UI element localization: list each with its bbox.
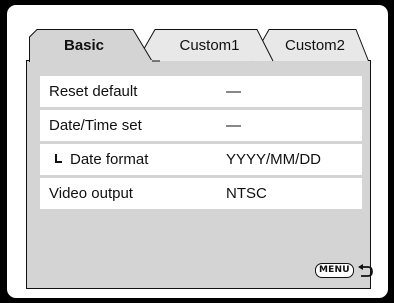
sub-item-corner-icon xyxy=(55,154,62,163)
tab-basic-label: Basic xyxy=(63,36,105,54)
camera-menu-screen: Custom2 Custom1 Basic Reset default — Da… xyxy=(7,5,388,298)
setting-label: Date/Time set xyxy=(49,117,142,134)
tab-custom1-label: Custom1 xyxy=(179,36,240,54)
tab-bar: Custom2 Custom1 Basic xyxy=(7,5,388,75)
setting-label: Date format xyxy=(70,151,149,168)
setting-row-date-time-set[interactable]: Date/Time set — xyxy=(40,110,362,141)
tab-basic[interactable]: Basic xyxy=(29,29,161,63)
setting-row-reset-default[interactable]: Reset default — xyxy=(40,76,362,107)
settings-list: Reset default — Date/Time set — Date for… xyxy=(40,76,362,212)
setting-value: — xyxy=(226,117,241,134)
menu-return-button[interactable]: MENU xyxy=(315,263,373,278)
setting-label-wrap: Date format xyxy=(55,151,148,168)
return-arrow-icon xyxy=(357,263,373,277)
setting-value: — xyxy=(226,83,241,100)
setting-value: YYYY/MM/DD xyxy=(226,151,322,168)
setting-value: NTSC xyxy=(226,185,267,202)
setting-row-date-format[interactable]: Date format YYYY/MM/DD xyxy=(40,144,362,175)
menu-badge: MENU xyxy=(315,263,354,278)
setting-label: Video output xyxy=(49,185,133,202)
setting-label: Reset default xyxy=(49,83,138,100)
setting-row-video-output[interactable]: Video output NTSC xyxy=(40,178,362,209)
tab-custom2-label: Custom2 xyxy=(284,36,346,54)
